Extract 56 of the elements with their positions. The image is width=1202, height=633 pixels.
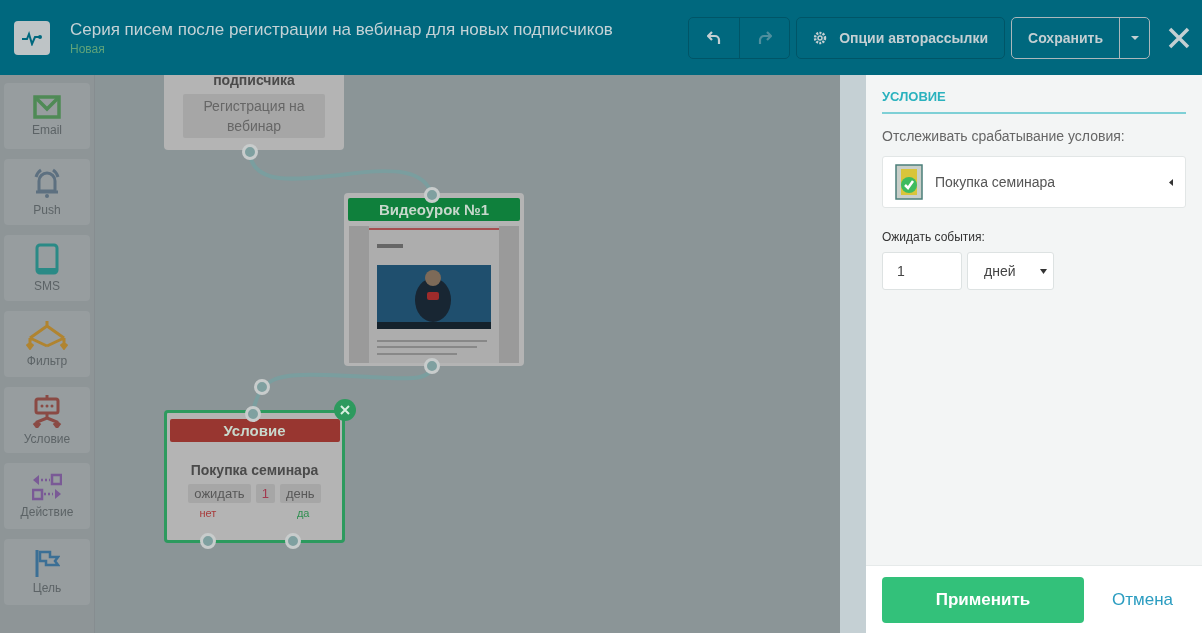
delete-node-button[interactable]: [334, 399, 356, 421]
section-title: УСЛОВИЕ: [882, 85, 1186, 114]
connection-port[interactable]: [200, 533, 216, 549]
status-label: Новая: [70, 41, 106, 56]
branching-arrows-icon: [24, 320, 70, 350]
close-icon: [340, 405, 350, 415]
connection-port[interactable]: [245, 406, 261, 422]
tool-tile[interactable]: Действие: [4, 463, 90, 529]
wait-input[interactable]: 1: [882, 252, 962, 290]
event-name: Покупка семинара: [190, 462, 319, 478]
unit-select[interactable]: дней: [967, 252, 1054, 290]
swap-arrows-icon: [32, 473, 62, 501]
checked-book-icon: [895, 164, 923, 200]
condition-node[interactable]: Условие Покупка семинара ожидать 1 день нет да: [164, 410, 345, 543]
options-button[interactable]: Опции авторассылки: [796, 16, 1006, 59]
trigger-tag: Регистрация на вебинар: [183, 94, 325, 138]
flag-icon: [34, 549, 60, 577]
gear-icon: [813, 30, 828, 45]
caret-icon: [1130, 35, 1139, 40]
connection-port[interactable]: [424, 187, 440, 203]
close-button[interactable]: [1168, 26, 1190, 49]
tool-tile[interactable]: SMS: [4, 235, 90, 301]
yes-branch-label: да: [296, 507, 310, 519]
robot-icon: [31, 394, 63, 428]
tool-tile[interactable]: Email: [4, 83, 90, 149]
email-node[interactable]: Видеоурок №1: [344, 193, 524, 366]
wait-value: 1: [255, 484, 275, 503]
field-label: Ожидать события:: [882, 230, 986, 244]
wait-tag: ожидать: [188, 484, 251, 503]
tool-tile[interactable]: Условие: [4, 387, 90, 453]
event-select[interactable]: Покупка семинара: [882, 156, 1186, 208]
field-label: Отслеживать срабатывание условия:: [882, 128, 1126, 144]
caret-icon: [1169, 178, 1173, 186]
wait-unit: день: [279, 484, 321, 503]
apply-button[interactable]: Применить: [882, 576, 1084, 623]
trigger-node[interactable]: подписчика Регистрация на вебинар: [164, 75, 344, 150]
caret-icon: [1040, 268, 1047, 274]
campaign-title: Серия писем после регистрации на вебинар для новых подписчиков: [70, 19, 614, 40]
undo-icon: [707, 30, 722, 45]
connection-port[interactable]: [242, 144, 258, 160]
node-title: Видеоурок №1: [348, 198, 520, 221]
envelope-icon: [33, 95, 61, 119]
tablet-icon: [35, 243, 59, 275]
close-icon: [1168, 26, 1190, 49]
connection-port[interactable]: [424, 358, 440, 374]
redo-icon: [757, 30, 772, 45]
cancel-link[interactable]: Отмена: [1112, 589, 1173, 610]
connection-port[interactable]: [285, 533, 301, 549]
tool-tile[interactable]: Push: [4, 159, 90, 225]
no-branch-label: нет: [199, 507, 217, 519]
tool-tile[interactable]: Цель: [4, 539, 90, 605]
node-title: Условие: [169, 419, 340, 442]
tool-tile[interactable]: Фильтр: [4, 311, 90, 377]
node-title: подписчика: [213, 75, 295, 88]
pulse-icon: [21, 29, 43, 46]
connection-port[interactable]: [254, 379, 270, 395]
